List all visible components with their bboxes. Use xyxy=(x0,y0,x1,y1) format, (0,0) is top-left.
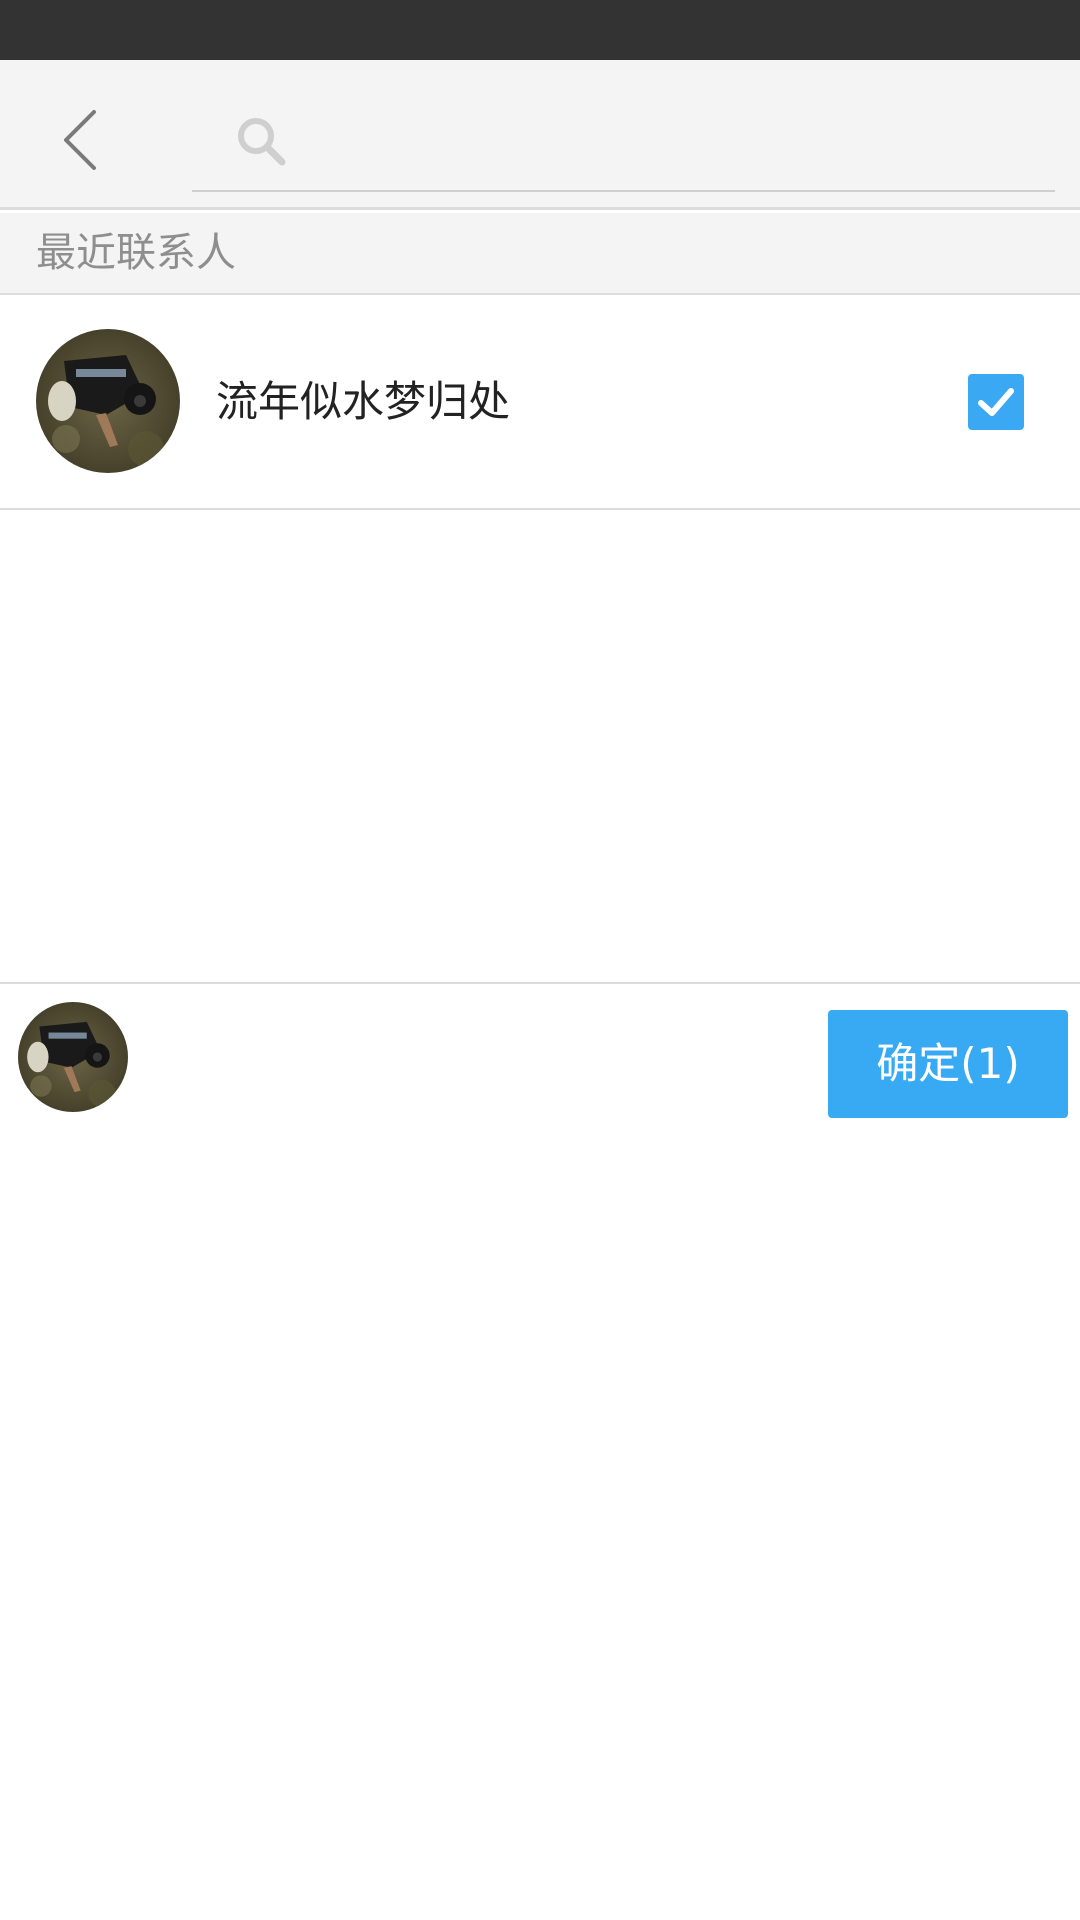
avatar xyxy=(36,329,180,473)
confirm-button[interactable]: 确定(1) xyxy=(828,1010,1068,1118)
search-box[interactable] xyxy=(192,90,1055,192)
check-icon xyxy=(978,388,1014,416)
back-button[interactable] xyxy=(40,100,120,180)
contact-checkbox[interactable] xyxy=(968,374,1024,430)
back-arrow-icon xyxy=(64,110,96,170)
status-bar xyxy=(0,0,1080,60)
search-icon xyxy=(238,118,286,166)
app-bar xyxy=(0,60,1080,210)
section-header-label: 最近联系人 xyxy=(36,230,236,276)
contact-row[interactable]: 流年似水梦归处 xyxy=(0,296,1080,510)
bottom-bar: 确定(1) xyxy=(0,982,1080,1124)
contact-name: 流年似水梦归处 xyxy=(216,377,511,426)
section-header: 最近联系人 xyxy=(0,213,1080,295)
search-input[interactable] xyxy=(312,105,1036,177)
selected-avatar[interactable] xyxy=(18,1002,128,1112)
